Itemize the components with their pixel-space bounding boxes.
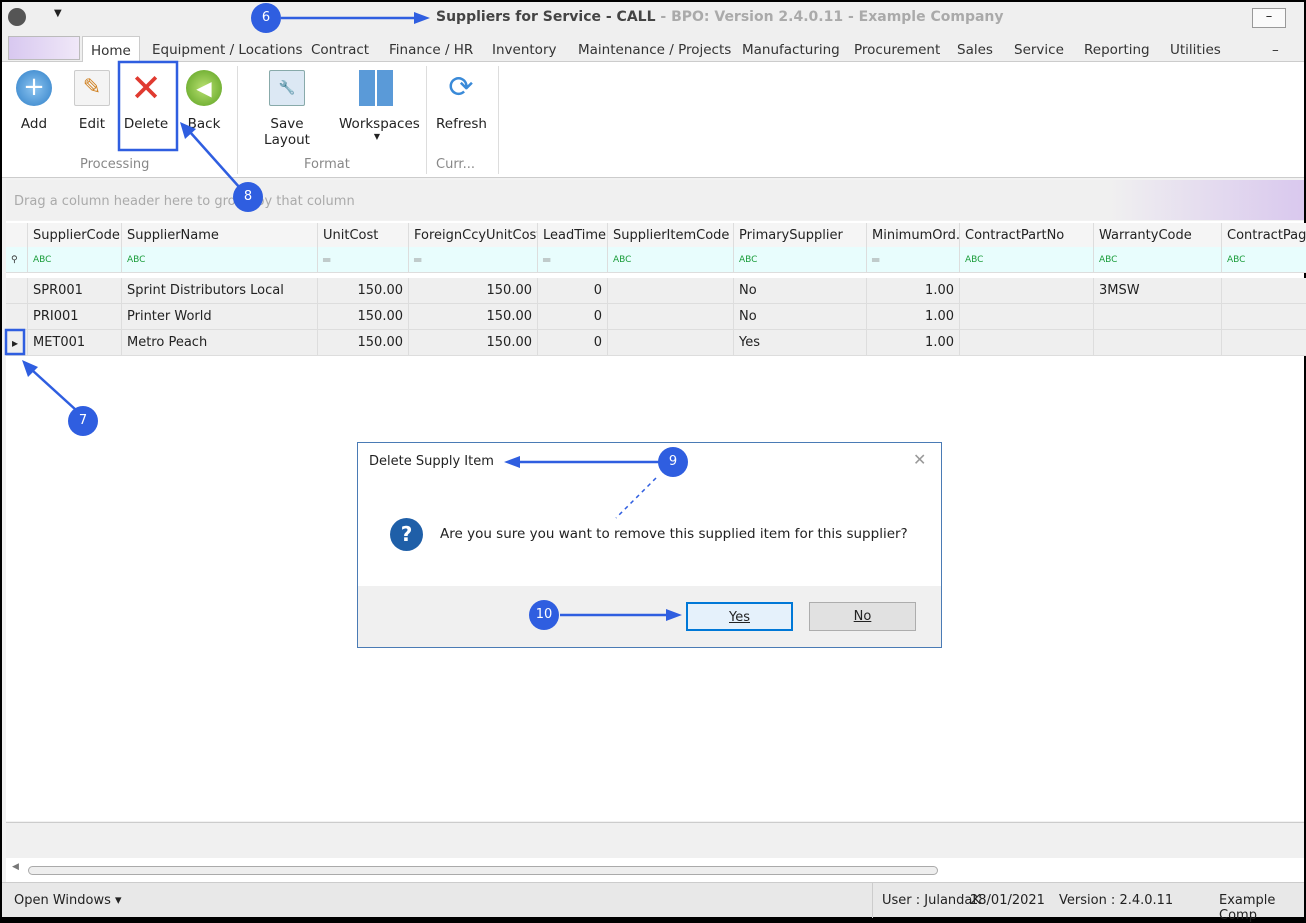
annotation-overlay	[4, 12, 682, 621]
row-indicator-highlight-box	[4, 328, 26, 356]
annotation-6: 6	[251, 3, 281, 33]
annotation-9: 9	[658, 447, 688, 477]
delete-highlight-box	[117, 60, 179, 152]
annotation-7: 7	[68, 406, 98, 436]
annotation-10: 10	[529, 600, 559, 630]
annotation-8: 8	[233, 182, 263, 212]
